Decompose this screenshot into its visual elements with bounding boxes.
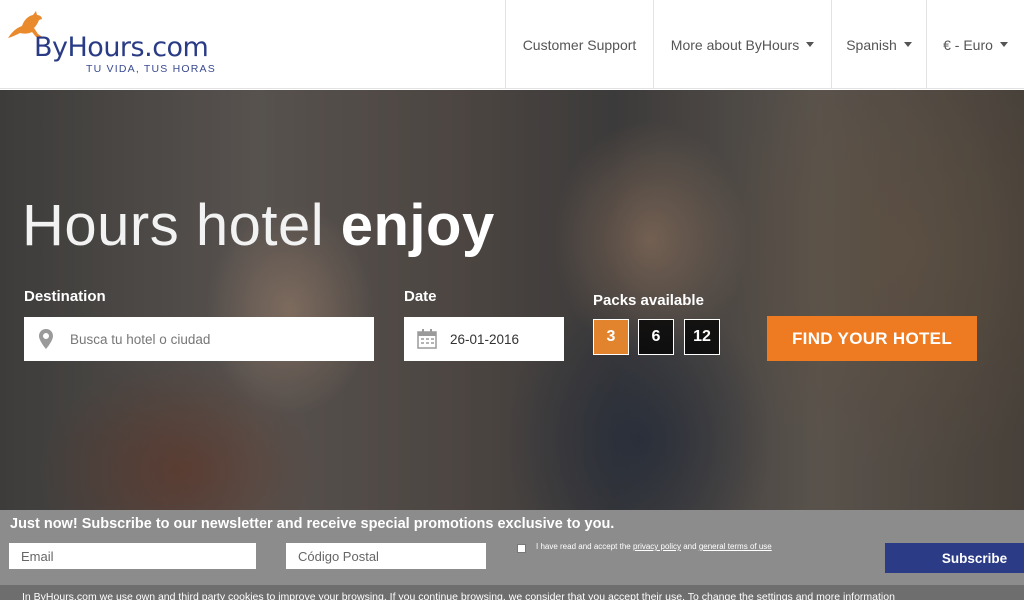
- byhours-logo[interactable]: ByHours.com TU VIDA, TUS HORAS: [6, 8, 215, 78]
- logo-brand-light: .com: [144, 32, 209, 63]
- nav-currency-select[interactable]: € - Euro: [926, 0, 1024, 89]
- hero-banner: Hours hotel enjoy Destination Date 26-01…: [0, 90, 1024, 510]
- logo-brand-bold: ByHours: [34, 32, 145, 63]
- hero-title-light: Hours hotel: [22, 193, 325, 258]
- nav-language-select[interactable]: Spanish: [831, 0, 926, 89]
- nav-language-label: Spanish: [846, 36, 897, 53]
- newsletter-email-input[interactable]: Email: [9, 543, 256, 569]
- hero-background-photo: [0, 90, 1024, 510]
- accept-terms-checkbox[interactable]: [517, 544, 526, 553]
- chevron-down-icon: [903, 42, 912, 47]
- terms-text: I have read and accept the privacy polic…: [536, 542, 772, 551]
- nav-more-about[interactable]: More about ByHours: [653, 0, 831, 89]
- privacy-policy-link[interactable]: privacy policy: [633, 542, 681, 551]
- site-header: ByHours.com TU VIDA, TUS HORAS Customer …: [0, 0, 1024, 89]
- logo-tagline: TU VIDA, TUS HORAS: [86, 63, 216, 75]
- chevron-down-icon: [806, 42, 815, 47]
- logo-text: ByHours.com: [34, 32, 209, 63]
- pack-12-hours-button[interactable]: 12: [684, 319, 720, 355]
- newsletter-title: Just now! Subscribe to our newsletter an…: [10, 516, 615, 532]
- chevron-down-icon: [999, 42, 1008, 47]
- hero-title: Hours hotel enjoy: [22, 192, 495, 259]
- date-label: Date: [404, 288, 437, 305]
- pack-6-hours-button[interactable]: 6: [638, 319, 674, 355]
- location-pin-icon: [24, 317, 68, 361]
- terms-and: and: [683, 542, 697, 551]
- date-value: 26-01-2016: [450, 331, 520, 347]
- calendar-icon: [404, 317, 450, 361]
- general-terms-link[interactable]: general terms of use: [699, 542, 772, 551]
- find-hotel-button[interactable]: FIND YOUR HOTEL: [767, 316, 977, 361]
- nav-more-about-label: More about ByHours: [670, 36, 800, 53]
- nav-customer-support-label: Customer Support: [522, 36, 637, 53]
- nav-customer-support[interactable]: Customer Support: [505, 0, 653, 89]
- destination-field[interactable]: [24, 317, 374, 361]
- cookie-notice-text: In ByHours.com we use own and third part…: [22, 591, 895, 600]
- pack-3-hours-button[interactable]: 3: [593, 319, 629, 355]
- hero-title-bold: enjoy: [340, 193, 495, 258]
- destination-input[interactable]: [68, 331, 348, 347]
- terms-prefix: I have read and accept the: [536, 542, 631, 551]
- top-nav: Customer Support More about ByHours Span…: [505, 0, 1024, 89]
- date-field[interactable]: 26-01-2016: [404, 317, 564, 361]
- newsletter-bar: Just now! Subscribe to our newsletter an…: [0, 510, 1024, 585]
- destination-label: Destination: [24, 288, 106, 305]
- nav-currency-label: € - Euro: [943, 36, 993, 53]
- cookie-notice: In ByHours.com we use own and third part…: [0, 585, 1024, 600]
- newsletter-postal-code-input[interactable]: Código Postal: [286, 543, 486, 569]
- packs-label: Packs available: [593, 292, 704, 309]
- subscribe-button[interactable]: Subscribe: [885, 543, 1024, 573]
